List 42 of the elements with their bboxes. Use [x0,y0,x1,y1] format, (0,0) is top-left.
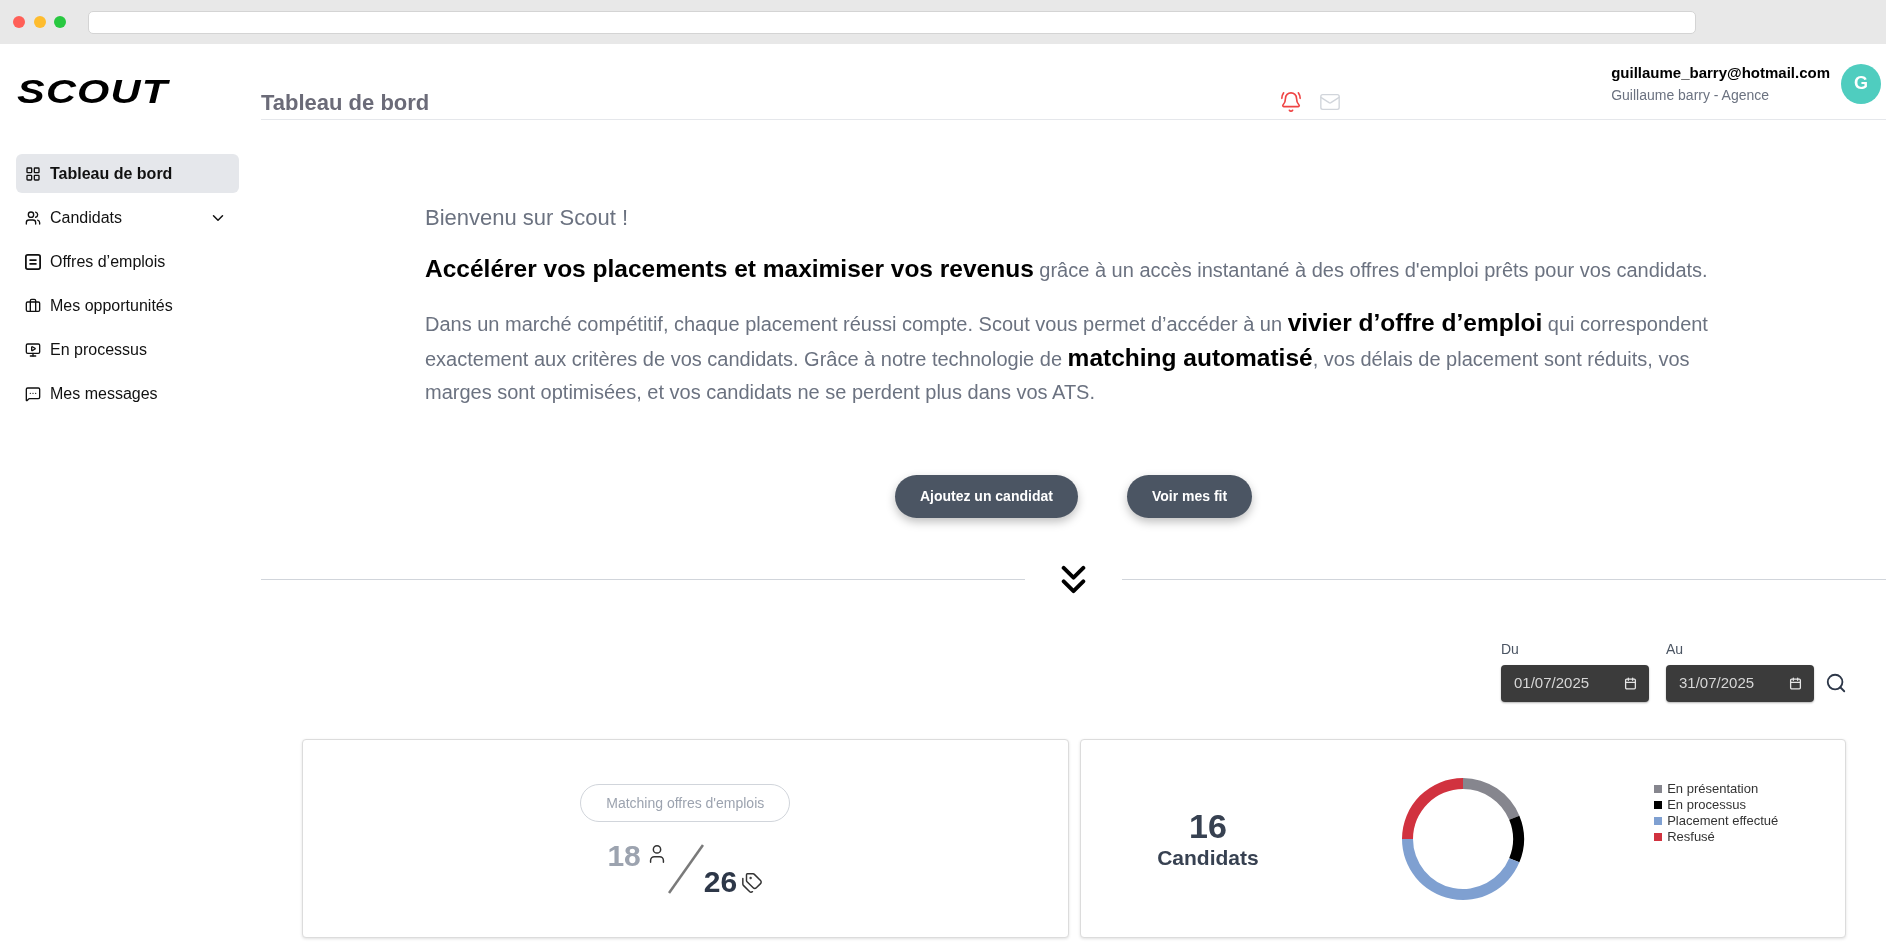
grid-icon [25,165,41,182]
search-icon[interactable] [1825,672,1847,694]
users-icon [25,209,41,226]
user-email: guillaume_barry@hotmail.com [1611,62,1830,82]
date-label: Du [1501,640,1520,658]
address-field[interactable] [88,10,1696,34]
date-field[interactable]: 31/07/2025 [1666,665,1814,702]
candidates-total: 16 [1189,806,1227,845]
calendar-icon[interactable] [1789,677,1802,690]
legend-label: Resfusé [1667,829,1715,845]
date-field[interactable]: 01/07/2025 [1501,665,1649,702]
action-button[interactable]: Ajoutez un candidat [894,475,1078,518]
tags-icon [741,872,764,894]
welcome-heading: Bienvenu sur Scout ! [425,204,628,232]
chat-icon [25,385,41,402]
legend-label: En présentation [1667,781,1759,797]
sidebar-item[interactable]: Candidats [16,198,239,237]
sidebar-item[interactable]: En processus [16,330,239,369]
date-label: Au [1666,640,1685,658]
window-close-icon[interactable] [13,16,25,28]
sidebar-item[interactable]: Mes messages [16,374,239,413]
bell-icon[interactable] [1280,91,1303,113]
sidebar-item[interactable]: Offres d’emplois [16,242,239,281]
legend-label: En processus [1667,797,1746,813]
double-chevron-icon[interactable] [1061,564,1086,594]
candidates-count: 18 [607,841,641,871]
briefcase-icon [25,297,41,314]
list-icon [25,253,41,270]
welcome-headline: Accélérer vos placements et maximiser vos revenus grâce à un accès instantané à des offres d'emploi prêts pour vos candidats. [425,254,1709,284]
sidebar-item[interactable]: Mes opportunités [16,286,239,325]
user-role: Guillaume barry - Agence [1611,85,1771,105]
monitor-play-icon [25,341,41,358]
slash-icon [667,844,704,894]
action-button[interactable]: Voir mes fit [1126,475,1253,518]
sidebar-item[interactable]: Tableau de bord [16,154,239,193]
offers-count: 26 [703,867,738,897]
page-title: Tableau de bord [261,90,430,117]
calendar-icon[interactable] [1624,677,1637,690]
legend-label: Placement effectué [1667,813,1779,829]
scout-logo: SCOUT [17,74,169,108]
candidates-caption: Candidats [1157,844,1259,871]
welcome-paragraph: Dans un marché compétitif, chaque placement réussi compte. Scout vous permet d’accéder à un vivier d’offre d’emploi qui correspondent exactement aux critères de vos candidats. Grâce à notre technologie de matching automatisé, vos délais de placement sont réduits, vos marges sont optimisées, et vos candidats ne se perdent plus dans vos ATS. [425,308,1709,405]
